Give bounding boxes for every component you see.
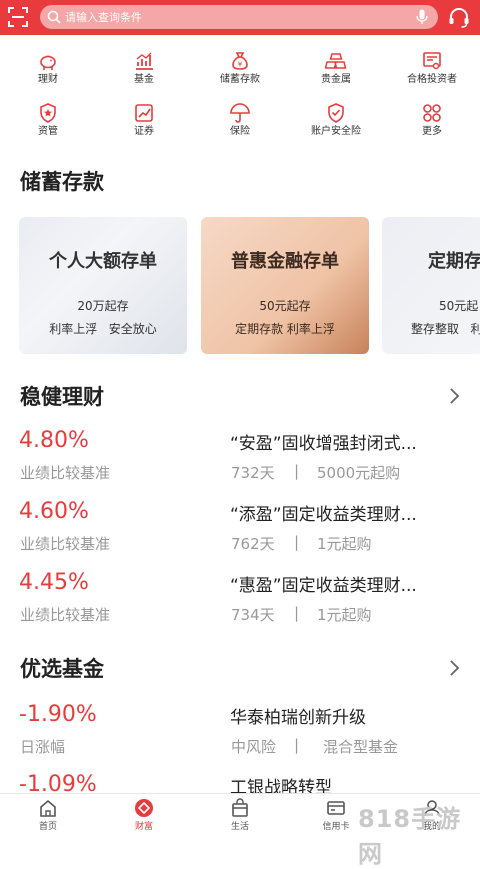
quick-menu-label: 基金 xyxy=(134,74,154,85)
quick-menu-item-more[interactable]: 更多 xyxy=(384,96,480,148)
tab-label: 财富 xyxy=(134,822,153,832)
gold-bars-icon xyxy=(325,53,347,69)
product-rate: 4.60% xyxy=(19,499,89,524)
savings-card-line2: 利率上浮 安全放心 xyxy=(49,322,157,336)
tab-wealth[interactable]: 财富 xyxy=(96,794,192,834)
fund-type: 混合型基金 xyxy=(323,738,399,756)
quick-menu-label: 保险 xyxy=(230,126,250,137)
savings-card-line2: 整存整取 利 xyxy=(411,322,480,336)
chevron-right-icon[interactable] xyxy=(448,387,460,405)
product-term: 734天 xyxy=(231,606,275,624)
search-bar[interactable]: 请输入查询条件 xyxy=(40,5,438,29)
search-placeholder: 请输入查询条件 xyxy=(65,11,142,24)
account-shield-icon xyxy=(328,103,344,123)
microphone-icon[interactable] xyxy=(416,9,428,25)
funds-section-title: 优选基金 xyxy=(20,657,104,681)
savings-section-title: 储蓄存款 xyxy=(20,170,104,194)
product-min-purchase: 1元起购 xyxy=(317,535,372,553)
quick-menu-item-qualified-investor[interactable]: 合格投资者 xyxy=(384,44,480,96)
savings-card-line1: 20万起存 xyxy=(77,299,129,313)
quick-menu-item-wealth[interactable]: 理财 xyxy=(0,44,96,96)
credit-card-icon xyxy=(327,801,345,815)
umbrella-icon xyxy=(230,103,250,123)
product-term: 762天 xyxy=(231,535,275,553)
product-min-purchase: 1元起购 xyxy=(317,606,372,624)
product-term: 732天 xyxy=(231,464,275,482)
fund-daily-change: -1.90% xyxy=(19,702,97,727)
savings-card-line1: 50元起 xyxy=(439,299,479,313)
chevron-right-icon[interactable] xyxy=(448,659,460,677)
wealth-product-row[interactable]: 4.80% 业绩比较基准 “安盈”固收增强封闭式... 732天 | 5000元… xyxy=(0,428,480,498)
product-rate-label: 业绩比较基准 xyxy=(20,535,111,553)
product-name: “惠盈”固定收益类理财... xyxy=(230,576,417,596)
quick-menu-item-precious-metal[interactable]: 贵金属 xyxy=(288,44,384,96)
meta-separator: | xyxy=(294,533,300,551)
quick-menu-label: 储蓄存款 xyxy=(220,74,260,85)
product-rate: 4.80% xyxy=(19,428,89,453)
svg-text:¥: ¥ xyxy=(238,61,243,69)
quick-menu-label: 账户安全险 xyxy=(311,126,361,137)
quick-menu-label: 贵金属 xyxy=(321,74,351,85)
scan-icon[interactable] xyxy=(8,7,28,27)
bar-chart-icon xyxy=(136,52,153,70)
tab-label: 生活 xyxy=(230,822,249,832)
tab-label: 首页 xyxy=(38,822,57,832)
quick-menu-label: 资管 xyxy=(38,126,58,137)
savings-card[interactable]: 普惠金融存单 50元起存 定期存款 利率上浮 xyxy=(201,217,369,354)
securities-chart-icon xyxy=(135,104,153,122)
watermark: 818手游网 xyxy=(358,805,462,868)
wealth-product-row[interactable]: 4.60% 业绩比较基准 “添盈”固定收益类理财... 762天 | 1元起购 xyxy=(0,499,480,569)
fund-row[interactable]: -1.90% 日涨幅 华泰柏瑞创新升级 中风险 | 混合型基金 xyxy=(0,702,480,772)
savings-card[interactable]: 个人大额存单 20万起存 利率上浮 安全放心 xyxy=(19,217,187,354)
shield-star-icon xyxy=(40,103,56,123)
shopping-bag-icon xyxy=(232,798,248,817)
quick-menu-grid: 理财 基金 ¥ 储蓄存款 贵金属 合格投资者 资管 证券 保险 账户安全险 更多 xyxy=(0,44,480,148)
quick-menu-label: 合格投资者 xyxy=(407,74,457,85)
quick-menu-label: 证券 xyxy=(134,126,154,137)
piggy-bank-icon xyxy=(40,55,56,70)
product-rate-label: 业绩比较基准 xyxy=(20,606,111,624)
quick-menu-label: 更多 xyxy=(422,126,442,137)
product-min-purchase: 5000元起购 xyxy=(317,464,401,482)
savings-card-line2: 定期存款 利率上浮 xyxy=(235,322,335,336)
wealth-section-title: 稳健理财 xyxy=(20,385,104,409)
savings-card-carousel[interactable]: 个人大额存单 20万起存 利率上浮 安全放心 普惠金融存单 50元起存 定期存款… xyxy=(0,217,480,355)
money-bag-icon: ¥ xyxy=(232,52,248,70)
product-rate: 4.45% xyxy=(19,570,89,595)
customer-service-icon[interactable] xyxy=(448,7,470,29)
wealth-product-row[interactable]: 4.45% 业绩比较基准 “惠盈”固定收益类理财... 734天 | 1元起购 xyxy=(0,570,480,640)
tab-home[interactable]: 首页 xyxy=(0,794,96,834)
savings-card-title: 普惠金融存单 xyxy=(231,251,339,272)
wealth-diamond-icon xyxy=(135,799,153,817)
meta-separator: | xyxy=(294,462,300,480)
quick-menu-item-securities[interactable]: 证券 xyxy=(96,96,192,148)
quick-menu-label: 理财 xyxy=(38,74,58,85)
savings-card-title: 定期存 xyxy=(428,251,480,272)
home-icon xyxy=(40,799,56,817)
meta-separator: | xyxy=(294,604,300,622)
meta-separator: | xyxy=(294,736,300,754)
more-grid-icon xyxy=(423,104,441,122)
fund-change-label: 日涨幅 xyxy=(20,738,66,756)
quick-menu-item-asset-management[interactable]: 资管 xyxy=(0,96,96,148)
savings-card-line1: 50元起存 xyxy=(259,299,311,313)
tab-life[interactable]: 生活 xyxy=(192,794,288,834)
savings-card-title: 个人大额存单 xyxy=(49,251,157,272)
quick-menu-item-insurance[interactable]: 保险 xyxy=(192,96,288,148)
quick-menu-item-fund[interactable]: 基金 xyxy=(96,44,192,96)
product-rate-label: 业绩比较基准 xyxy=(20,464,111,482)
fund-name: 华泰柏瑞创新升级 xyxy=(230,708,366,728)
certificate-icon xyxy=(423,52,441,70)
top-bar: 请输入查询条件 xyxy=(0,0,480,35)
fund-risk-level: 中风险 xyxy=(231,738,277,756)
quick-menu-item-account-security-insurance[interactable]: 账户安全险 xyxy=(288,96,384,148)
quick-menu-item-savings[interactable]: ¥ 储蓄存款 xyxy=(192,44,288,96)
search-icon xyxy=(47,10,61,24)
product-name: “添盈”固定收益类理财... xyxy=(230,505,417,525)
savings-card[interactable]: 定期存 50元起 整存整取 利 xyxy=(382,217,480,354)
product-name: “安盈”固收增强封闭式... xyxy=(230,434,417,454)
